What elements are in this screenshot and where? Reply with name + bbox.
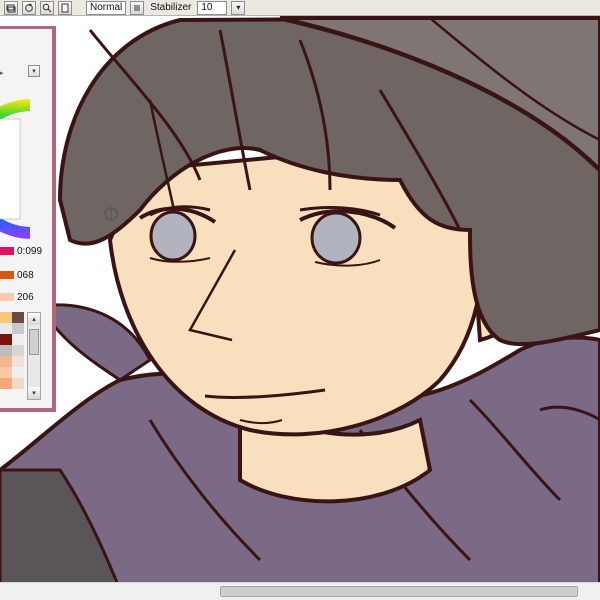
hue-slider-row[interactable]: 0:099	[0, 243, 52, 259]
color-panel: ▸ ▾ 0:099 068 206 ▴ ▾	[0, 26, 56, 412]
saturation-slider-bar[interactable]	[0, 271, 14, 279]
scroll-down-button[interactable]: ▾	[28, 387, 40, 399]
palette-swatch[interactable]	[12, 356, 24, 367]
brush-toolbar: Normal Stabilizer 10 ▾	[0, 0, 600, 16]
tool-option-button[interactable]	[4, 0, 18, 15]
palette-swatch[interactable]	[0, 312, 12, 323]
scroll-up-button[interactable]: ▴	[28, 313, 40, 325]
saturation-slider-row[interactable]: 068	[0, 267, 52, 283]
palette-swatch[interactable]	[0, 367, 12, 378]
swatch-scrollbar[interactable]: ▴ ▾	[27, 312, 41, 400]
page-icon	[61, 3, 69, 12]
swatch-scroll-thumb[interactable]	[29, 329, 39, 355]
drawing-canvas[interactable]	[0, 16, 600, 586]
panel-arrow-icon: ▸	[0, 69, 4, 77]
palette-swatch[interactable]	[0, 345, 12, 356]
palette-swatch[interactable]	[12, 312, 24, 323]
list-icon	[134, 5, 141, 10]
zoom-button[interactable]	[40, 0, 54, 15]
chevron-up-icon: ▴	[32, 315, 36, 323]
rotate-icon	[25, 3, 33, 12]
color-wheel[interactable]	[0, 89, 40, 249]
horizontal-scroll-thumb[interactable]	[220, 586, 578, 597]
palette-swatch[interactable]	[12, 367, 24, 378]
stabilizer-label: Stabilizer	[150, 2, 192, 13]
palette-swatch[interactable]	[0, 356, 12, 367]
chevron-down-icon: ▾	[32, 389, 36, 397]
palette-swatch[interactable]	[0, 378, 12, 389]
magnifier-icon	[42, 3, 52, 12]
stabilizer-dropdown-button[interactable]: ▾	[231, 0, 246, 15]
horizontal-scrollbar[interactable]	[0, 582, 600, 600]
paint-app-window: Normal Stabilizer 10 ▾ ▸ ▾ 0:099 068 206…	[0, 0, 600, 600]
left-eye	[149, 210, 197, 262]
panel-menu-button[interactable]: ▾	[28, 65, 40, 77]
value-slider-row[interactable]: 206	[0, 289, 52, 305]
stabilizer-select[interactable]: 10	[197, 0, 228, 15]
chevron-down-icon: ▾	[236, 3, 241, 12]
blend-mode-select[interactable]: Normal	[86, 0, 127, 15]
hue-slider-bar[interactable]	[0, 247, 14, 255]
character-illustration	[0, 16, 600, 586]
color-panel-inner: ▸ ▾ 0:099 068 206 ▴ ▾	[0, 29, 52, 408]
palette-swatch[interactable]	[0, 323, 12, 334]
palette-swatch[interactable]	[12, 345, 24, 356]
palette-swatch[interactable]	[12, 378, 24, 389]
rotate-view-button[interactable]	[22, 0, 36, 15]
swatch-palette	[0, 312, 24, 389]
chevron-down-icon: ▾	[32, 67, 36, 75]
blend-options-button[interactable]	[130, 0, 145, 15]
palette-swatch[interactable]	[0, 334, 12, 345]
right-eye	[310, 211, 362, 265]
saturation-slider-value: 068	[17, 269, 34, 281]
layers-icon	[6, 4, 16, 12]
palette-swatch[interactable]	[12, 323, 24, 334]
palette-swatch[interactable]	[12, 334, 24, 345]
new-document-button[interactable]	[58, 0, 72, 15]
value-slider-value: 206	[17, 291, 34, 303]
hue-slider-value: 0:099	[17, 245, 43, 257]
value-slider-bar[interactable]	[0, 293, 14, 301]
